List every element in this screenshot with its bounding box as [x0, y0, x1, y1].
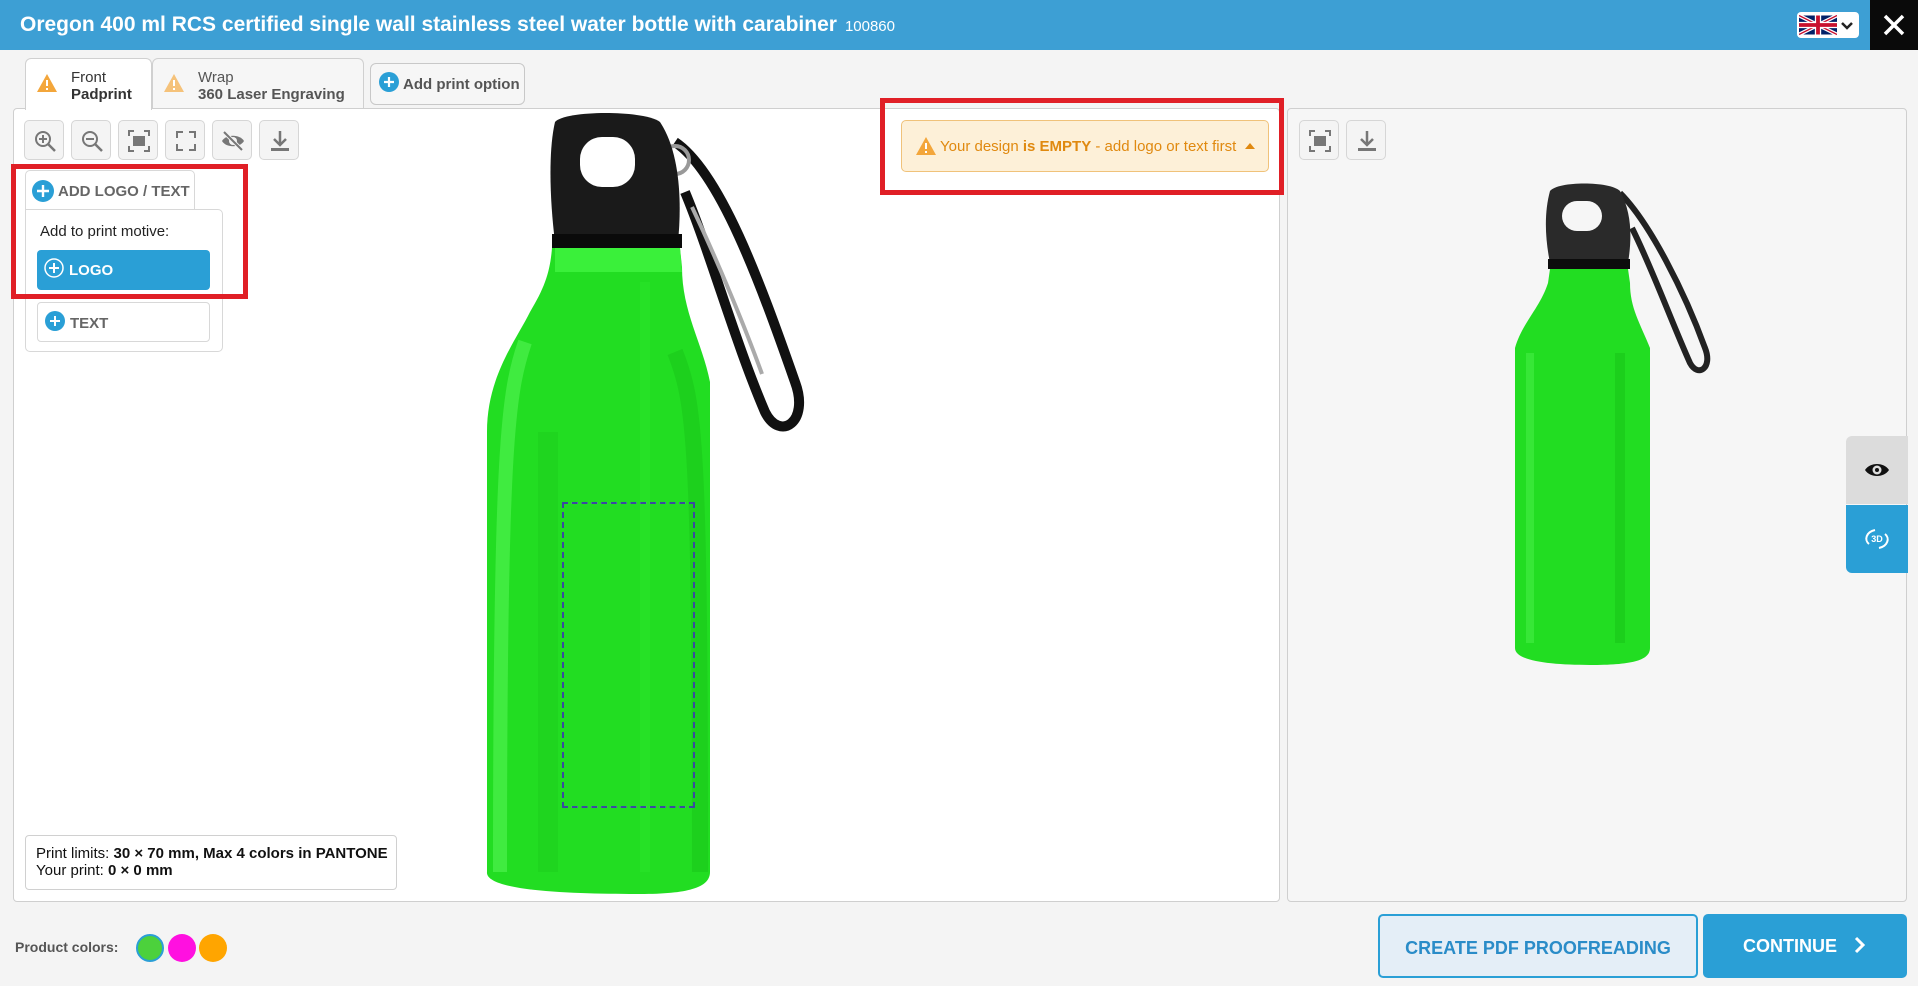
add-text-button[interactable]: TEXT: [37, 302, 210, 342]
color-swatch-orange[interactable]: [199, 934, 227, 962]
print-area-outline[interactable]: [562, 502, 695, 808]
svg-text:3D: 3D: [1871, 534, 1883, 544]
toggle-visibility-button[interactable]: [212, 120, 252, 160]
download-button[interactable]: [259, 120, 299, 160]
chevron-down-icon: [1841, 22, 1853, 30]
close-button[interactable]: [1870, 0, 1918, 50]
title-bar: Oregon 400 ml RCS certified single wall …: [0, 0, 1918, 50]
download-icon: [271, 131, 289, 151]
zoom-out-button[interactable]: [71, 120, 111, 160]
print-limits-info: Print limits: 30 × 70 mm, Max 4 colors i…: [25, 835, 397, 890]
tab-label: Wrap 360 Laser Engraving: [198, 69, 345, 103]
create-pdf-proofreading-button[interactable]: CREATE PDF PROOFREADING: [1378, 914, 1698, 978]
continue-label: CONTINUE: [1743, 936, 1837, 956]
plus-circle-icon: [379, 72, 399, 92]
warning-icon: [164, 74, 184, 92]
3d-rotate-icon: 3D: [1865, 529, 1889, 549]
chevron-right-icon: [1854, 936, 1866, 954]
add-text-label: TEXT: [70, 315, 109, 332]
preview-download-button[interactable]: [1346, 120, 1386, 160]
tab-front-padprint[interactable]: Front Padprint: [25, 58, 152, 110]
hide-icon: [222, 130, 244, 152]
bottle-preview-image: [1515, 183, 1711, 665]
close-icon: [1883, 14, 1905, 36]
tab-label: Front Padprint: [71, 69, 132, 103]
preview-fit-screen-button[interactable]: [1299, 120, 1339, 160]
zoom-in-icon: [35, 131, 56, 152]
plus-circle-icon: [45, 311, 65, 331]
product-colors-label: Product colors:: [15, 939, 119, 955]
uk-flag-icon: [1799, 14, 1837, 36]
download-icon: [1358, 131, 1376, 151]
fit-screen-button[interactable]: [118, 120, 158, 160]
color-swatch-green[interactable]: [136, 934, 164, 962]
create-pdf-label: CREATE PDF PROOFREADING: [1405, 938, 1671, 958]
3d-view-button[interactable]: 3D: [1846, 505, 1908, 573]
add-print-option-label: Add print option: [403, 76, 520, 93]
warning-icon: [37, 74, 57, 92]
zoom-out-icon: [82, 131, 103, 152]
product-title: Oregon 400 ml RCS certified single wall …: [20, 13, 895, 36]
fit-screen-icon: [1309, 130, 1331, 152]
color-swatch-magenta[interactable]: [168, 934, 196, 962]
fullscreen-icon: [176, 131, 196, 151]
fit-screen-icon: [128, 130, 150, 152]
add-print-option-button[interactable]: Add print option: [370, 63, 525, 105]
continue-button[interactable]: CONTINUE: [1703, 914, 1907, 978]
eye-icon: [1865, 464, 1889, 476]
tab-wrap-laser[interactable]: Wrap 360 Laser Engraving: [152, 58, 364, 108]
highlight-frame-add-menu: [11, 164, 248, 299]
product-code: 100860: [844, 18, 895, 35]
zoom-in-button[interactable]: [24, 120, 64, 160]
highlight-frame-warning: [880, 98, 1284, 195]
toggle-preview-button[interactable]: [1846, 436, 1908, 504]
fullscreen-button[interactable]: [165, 120, 205, 160]
language-select[interactable]: [1797, 12, 1859, 38]
